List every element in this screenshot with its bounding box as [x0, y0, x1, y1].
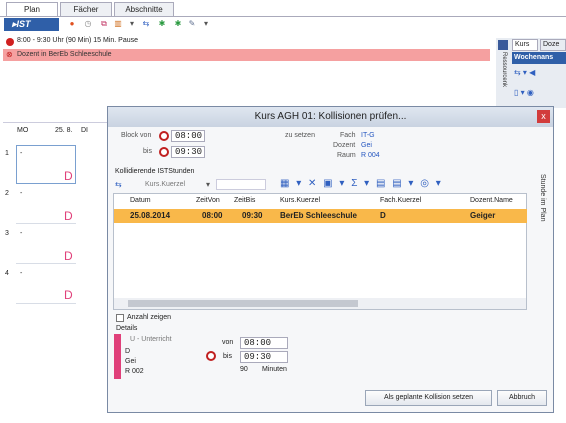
cancel-button[interactable]: Abbruch: [497, 390, 547, 406]
page-icon[interactable]: ▯ ▾ ◉: [514, 88, 534, 97]
dozent-label: Dozent: [333, 142, 356, 149]
col-kurs[interactable]: Kurs.Kuerzel: [280, 194, 320, 208]
next-day-label: DI: [81, 127, 88, 134]
col-datum[interactable]: Datum: [130, 194, 151, 208]
bis-label: bis: [143, 148, 152, 155]
cell-dozent: Geiger: [470, 211, 496, 220]
scrollbar-thumb[interactable]: [128, 300, 358, 307]
tab-abschnitte[interactable]: Abschnitte: [114, 2, 174, 16]
col-zeitvon[interactable]: ZeitVon: [196, 194, 220, 208]
planned-collision-button[interactable]: Als geplante Kollision setzen: [365, 390, 492, 406]
bis-input[interactable]: 09:30: [240, 351, 288, 363]
dozent-value: Gei: [361, 142, 372, 149]
detail-type[interactable]: U - Unterricht: [130, 336, 172, 343]
row-number: 1: [5, 150, 9, 157]
slot-dash: -: [20, 190, 23, 197]
warning-icon: ⊗: [6, 50, 13, 59]
detail-item: R 002: [125, 368, 144, 375]
tab-dozent[interactable]: Doze: [540, 39, 566, 51]
info-line: 8:00 - 9:30 Uhr (90 Min) 15 Min. Pause: [17, 37, 139, 44]
dropdown-arrow-icon[interactable]: ▾: [126, 18, 138, 30]
record-icon[interactable]: ●: [66, 18, 78, 30]
slot-dash: -: [20, 270, 23, 277]
col-zeitbis[interactable]: ZeitBis: [234, 194, 255, 208]
horizontal-scrollbar[interactable]: [114, 298, 526, 309]
cell-datum: 25.08.2014: [130, 211, 171, 220]
cell-zeitbis: 09:30: [242, 211, 263, 220]
right-panel: Kurs Doze Ressourcenk Wochenans ⇆ ▾ ◀ ▯ …: [496, 38, 566, 108]
copy-icon[interactable]: ⧉: [98, 18, 110, 30]
grid-toolbar-icons[interactable]: ▦ ▾ ✕ ▣ ▾ Σ ▾ ▤ ▤ ▾ ◎ ▾: [280, 178, 443, 189]
status-dot-icon: [6, 38, 14, 46]
calendar-icon: [498, 40, 508, 50]
table-row[interactable]: 25.08.2014 08:00 09:30 BerEb Schleeschul…: [114, 209, 527, 223]
row-number: 2: [5, 190, 9, 197]
clock-icon: [206, 351, 216, 361]
minutes-value[interactable]: 90: [240, 366, 248, 373]
wand-icon[interactable]: ✎: [186, 18, 198, 30]
details-color-bar: [114, 334, 121, 379]
von-input[interactable]: 08:00: [240, 337, 288, 349]
row-number: 3: [5, 230, 9, 237]
slot-dash: -: [20, 230, 23, 237]
filter-icon[interactable]: ⇆: [115, 180, 122, 189]
raum-value: R 004: [361, 152, 380, 159]
swap-small-icon[interactable]: ⇆ ▾ ◀: [514, 68, 535, 77]
minutes-label: Minuten: [262, 366, 287, 373]
fach-d-marker: D: [64, 169, 73, 183]
detail-item: D: [125, 348, 131, 355]
tab-divider: [0, 16, 566, 17]
details-label[interactable]: Details: [116, 325, 137, 332]
wochenansicht-header: Wochenans: [512, 52, 566, 64]
fach-label: Fach: [340, 132, 356, 139]
bis2-label: bis: [223, 353, 232, 360]
anzahl-label: Anzahl zeigen: [127, 314, 171, 321]
day-label: MO: [17, 127, 29, 134]
tab-kurs[interactable]: Kurs: [512, 39, 538, 51]
col-dozent[interactable]: Dozent.Name: [470, 194, 513, 208]
cell-fach: D: [380, 211, 386, 220]
clock-icon[interactable]: ◷: [82, 18, 94, 30]
von-label: von: [222, 339, 234, 346]
zu-setzen-label: zu setzen: [285, 132, 315, 139]
alert-text: Dozent in BerEb Schleeschule: [17, 51, 112, 58]
ist-selector[interactable]: ▸IST: [4, 18, 59, 31]
bulb2-icon[interactable]: ✱: [172, 18, 184, 30]
fach-value: IT-G: [361, 132, 375, 139]
date-label: 25. 8.: [55, 127, 73, 134]
detail-item: Gei: [125, 358, 136, 365]
filter-dropdown-icon[interactable]: ▾: [206, 180, 210, 189]
stunde-im-plan-label[interactable]: Stunde im Plan: [534, 174, 546, 304]
raum-label: Raum: [337, 152, 356, 159]
wand-dropdown-icon[interactable]: ▾: [200, 18, 212, 30]
row-number: 4: [5, 270, 9, 277]
bulb-icon[interactable]: ✱: [156, 18, 168, 30]
tab-plan[interactable]: Plan: [6, 2, 58, 17]
ressourcen-label: Ressourcenk: [501, 52, 507, 88]
section-title: Kollidierende ISTStunden: [115, 168, 195, 175]
fach-d-marker: D: [64, 288, 73, 302]
block-von-label: Block von: [121, 132, 152, 139]
col-fach[interactable]: Fach.Kuerzel: [380, 194, 421, 208]
fach-d-marker: D: [64, 249, 73, 263]
clock-icon: [159, 131, 169, 141]
collision-table: Datum ZeitVon ZeitBis Kurs.Kuerzel Fach.…: [113, 193, 527, 310]
clock-icon: [159, 147, 169, 157]
fach-d-marker: D: [64, 209, 73, 223]
filter-input[interactable]: [216, 179, 266, 190]
cell-zeitvon: 08:00: [202, 211, 223, 220]
block-bis-input[interactable]: 09:30: [171, 146, 205, 158]
slot-dash: -: [20, 150, 23, 157]
filter-field[interactable]: Kurs.Kuerzel: [145, 181, 185, 188]
block-von-input[interactable]: 08:00: [171, 130, 205, 142]
anzahl-checkbox[interactable]: [116, 314, 124, 322]
tab-faecher[interactable]: Fächer: [60, 2, 112, 16]
alert-bar: ⊗ Dozent in BerEb Schleeschule: [3, 49, 490, 61]
swap-icon[interactable]: ⇆: [140, 18, 152, 30]
cell-kurs: BerEb Schleeschule: [280, 211, 357, 220]
chart-icon[interactable]: ▥: [112, 18, 124, 30]
close-icon[interactable]: x: [537, 110, 550, 123]
dialog-title: Kurs AGH 01: Kollisionen prüfen...: [108, 107, 553, 127]
